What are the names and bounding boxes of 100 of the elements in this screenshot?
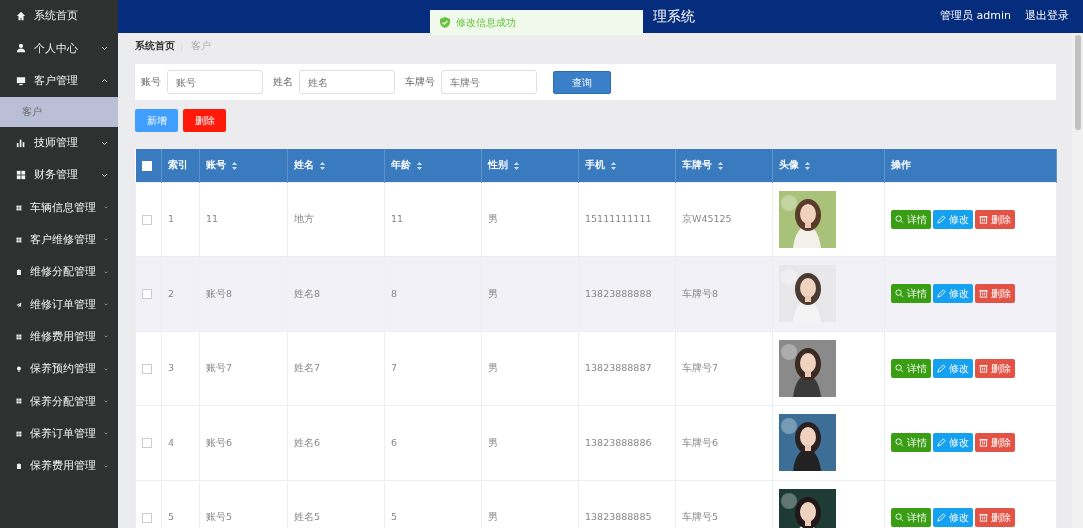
bar-chart-icon [16,138,26,149]
column-header[interactable]: 账号 [206,159,226,171]
sort-icon[interactable] [514,161,520,170]
column-header[interactable]: 年龄 [391,159,411,171]
sidebar-item[interactable]: 保养预约管理 [0,352,118,386]
pencil-icon [937,363,946,373]
sidebar-item[interactable]: 客户维修管理 [0,223,118,257]
column-header[interactable]: 手机 [585,159,605,171]
table-cell: 11 [206,213,219,225]
sidebar-item[interactable]: 维修订单管理 [0,288,118,321]
table-row[interactable]: 1 11 地方 11 男 15111111111 京W45125 详情 修改 删除 [135,182,1057,257]
user-label: 管理员 admin [940,8,1011,25]
table-row[interactable]: 4 账号6 姓名6 6 男 13823888886 车牌号6 详情 修改 删除 [135,405,1057,480]
detail-button[interactable]: 详情 [891,209,931,229]
table-cell: 车牌号8 [682,287,719,299]
table-cell: 姓名7 [294,362,321,374]
search-field[interactable]: 车牌号 [441,70,537,94]
row-checkbox[interactable] [142,363,152,374]
row-checkbox[interactable] [142,438,152,449]
table-row[interactable]: 3 账号7 姓名7 7 男 13823888887 车牌号7 详情 修改 删除 [135,331,1057,406]
detail-button[interactable]: 详情 [891,284,931,304]
table-cell: 账号6 [206,436,233,448]
table-cell: 账号5 [206,511,233,523]
detail-button[interactable]: 详情 [891,507,931,527]
edit-button[interactable]: 修改 [933,507,973,527]
sidebar-item[interactable]: 维修费用管理 [0,320,118,353]
delete-button[interactable]: 删除 [183,109,226,132]
table-cell: 1 [168,213,175,225]
sidebar-item[interactable]: 维修分配管理 [0,256,118,289]
pencil-icon [937,512,946,522]
detail-button[interactable]: 详情 [891,358,931,378]
user-icon [16,43,26,54]
column-header[interactable]: 性别 [488,159,508,171]
search-icon [895,438,904,448]
sidebar-item[interactable]: 系统首页 [0,0,118,33]
sort-icon[interactable] [805,161,811,170]
table-cell: 6 [391,436,398,448]
table-cell: 13823888887 [585,362,652,374]
table-cell: 车牌号7 [682,362,719,374]
add-button[interactable]: 新增 [135,109,178,132]
sidebar-item[interactable]: 车辆信息管理 [0,191,118,224]
table-cell: 4 [168,436,175,448]
search-field[interactable]: 账号 [167,70,263,94]
table-cell: 13823888885 [585,511,652,523]
table-row[interactable]: 5 账号5 姓名5 5 男 13823888885 车牌号5 详情 修改 删除 [135,480,1057,528]
edit-button[interactable]: 修改 [933,209,973,229]
search-field[interactable]: 姓名 [299,70,395,94]
delete-button[interactable]: 删除 [975,358,1015,378]
edit-button[interactable]: 修改 [933,433,973,453]
delete-button[interactable]: 删除 [975,284,1015,304]
row-checkbox[interactable] [142,289,152,300]
scrollbar[interactable] [1072,33,1083,528]
row-checkbox[interactable] [142,214,152,225]
delete-button[interactable]: 删除 [975,209,1015,229]
table-cell: 车牌号5 [682,511,719,523]
logout-link[interactable]: 退出登录 [1025,8,1069,25]
column-header[interactable]: 车牌号 [682,159,712,171]
table-cell: 账号8 [206,287,233,299]
table-cell: 13823888886 [585,436,652,448]
search-icon [895,214,904,224]
column-header[interactable]: 姓名 [294,159,314,171]
table-cell: 地方 [294,213,314,225]
pencil-icon [937,214,946,224]
column-header[interactable]: 头像 [779,159,799,171]
table-cell: 3 [168,362,175,374]
sidebar-item[interactable]: 财务管理 [0,159,118,192]
delete-button[interactable]: 删除 [975,507,1015,527]
sidebar-item[interactable]: 客户管理 [0,64,118,97]
trash-icon [979,289,988,299]
trash-icon [979,438,988,448]
table-cell: 15111111111 [585,213,652,225]
sort-icon[interactable] [417,161,423,170]
sidebar-item[interactable]: 保养分配管理 [0,385,118,418]
sidebar-item[interactable]: 保养订单管理 [0,417,118,450]
sort-icon[interactable] [320,161,326,170]
edit-button[interactable]: 修改 [933,358,973,378]
sidebar-subitem[interactable]: 客户 [0,96,118,127]
lightbulb-icon [16,364,22,375]
edit-button[interactable]: 修改 [933,284,973,304]
table-cell: 8 [391,287,398,299]
row-checkbox[interactable] [142,512,152,523]
field-label: 账号 [141,74,161,89]
table-cell: 11 [391,213,404,225]
scrollbar-thumb[interactable] [1074,35,1081,130]
sidebar-item[interactable]: 个人中心 [0,32,118,65]
select-all-checkbox[interactable] [141,160,152,171]
sort-icon[interactable] [232,161,238,170]
search-button[interactable]: 查询 [553,70,611,94]
breadcrumb-item[interactable]: 系统首页 [135,39,175,54]
table-cell: 男 [488,436,498,448]
sidebar-item[interactable]: 保养费用管理 [0,449,118,483]
delete-button[interactable]: 删除 [975,433,1015,453]
sidebar-item[interactable]: 技师管理 [0,126,118,160]
table-row[interactable]: 2 账号8 姓名8 8 男 13823888888 车牌号8 详情 修改 删除 [135,256,1057,331]
sort-icon[interactable] [611,161,617,170]
table-cell: 姓名5 [294,511,321,523]
sort-icon[interactable] [718,161,724,170]
table-cell: 7 [391,362,398,374]
pencil-icon [937,438,946,448]
detail-button[interactable]: 详情 [891,433,931,453]
